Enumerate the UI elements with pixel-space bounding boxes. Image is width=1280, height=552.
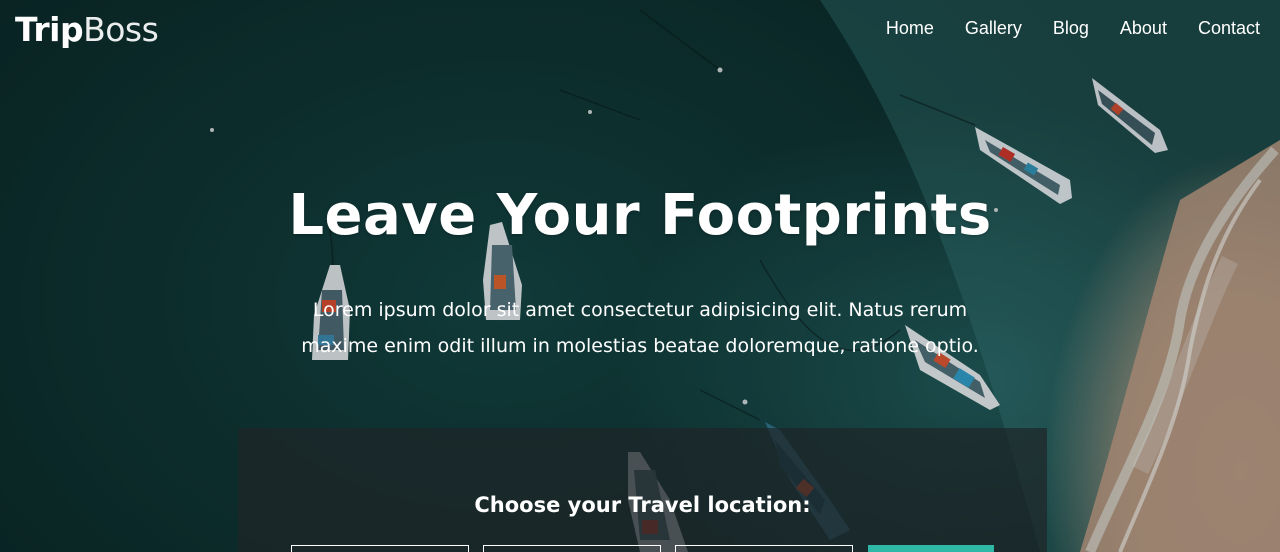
destination-field[interactable] <box>291 545 469 552</box>
brand-logo[interactable]: TripBoss <box>15 10 159 50</box>
nav-link-home[interactable]: Home <box>865 14 944 42</box>
hero-title: Leave Your Footprints <box>288 183 992 248</box>
search-button[interactable] <box>868 545 994 552</box>
brand-logo-strong: Trip <box>15 10 84 49</box>
nav-link-about[interactable]: About <box>1099 14 1177 42</box>
search-panel: Choose your Travel location: <box>238 428 1047 552</box>
main-nav: Home Gallery Blog About Contact <box>865 14 1270 42</box>
check-out-field[interactable] <box>675 545 853 552</box>
nav-link-gallery[interactable]: Gallery <box>944 14 1032 42</box>
nav-link-contact[interactable]: Contact <box>1177 14 1270 42</box>
search-panel-title: Choose your Travel location: <box>474 493 811 517</box>
brand-logo-light: Boss <box>83 10 159 49</box>
hero-lead: Lorem ipsum dolor sit amet consectetur a… <box>301 299 979 357</box>
check-in-field[interactable] <box>483 545 661 552</box>
hero-section: TripBoss Home Gallery Blog About Contact… <box>0 0 1280 552</box>
nav-link-blog[interactable]: Blog <box>1032 14 1099 42</box>
